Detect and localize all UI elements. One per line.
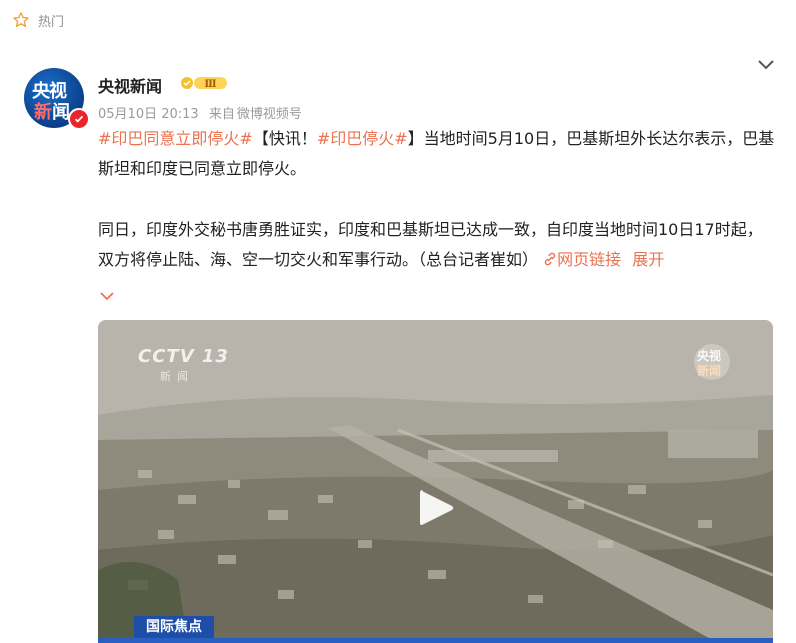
level-badge-icon: Ⅲ [181,77,227,90]
source-prefix: 来自 [208,107,235,122]
link-icon [544,252,556,266]
post-paragraph-2: 同日，印度外交秘书唐勇胜证实，印度和巴基斯坦已达成一致，自印度当地时间10日17… [98,215,778,275]
post-source[interactable]: 微博视频号 [237,107,302,122]
hashtag-ceasefire-agree[interactable]: #印巴同意立即停火# [98,129,253,148]
web-link[interactable]: 网页链接 [543,250,621,269]
text-flash: 【快讯！ [252,129,317,148]
video-thumbnail [98,320,773,643]
post-time[interactable]: 05月10日 20:13 [98,107,199,122]
post-paragraph-1: #印巴同意立即停火#【快讯！#印巴停火#】当地时间5月10日，巴基斯坦外长达尔表… [98,124,778,184]
avatar-text-bottom: 新闻 [34,102,70,123]
author-name[interactable]: 央视新闻 [98,73,162,97]
hot-bar: 热门 [12,10,64,30]
svg-text:Ⅲ: Ⅲ [204,79,216,90]
watermark-logo: 央视 新闻 [694,344,730,380]
expand-link[interactable]: 展开 [632,250,664,269]
channel-sub: 新闻 [160,370,194,383]
hot-label: 热门 [38,14,65,30]
expand-chevron-icon[interactable] [98,289,116,303]
hashtag-ceasefire[interactable]: #印巴停火# [317,129,408,148]
play-icon[interactable] [416,486,456,530]
lower-third-tag: 国际焦点 [134,616,214,638]
channel-logo: CCTV 13 [138,346,229,367]
verified-icon [68,108,90,130]
post-meta: 05月10日 20:13 来自 微博视频号 [98,103,308,122]
video-player[interactable]: CCTV 13 新闻 央视 新闻 国际焦点 [98,320,773,643]
star-icon [13,12,29,28]
lower-third-bar [98,638,773,643]
chevron-down-icon[interactable] [756,58,776,72]
